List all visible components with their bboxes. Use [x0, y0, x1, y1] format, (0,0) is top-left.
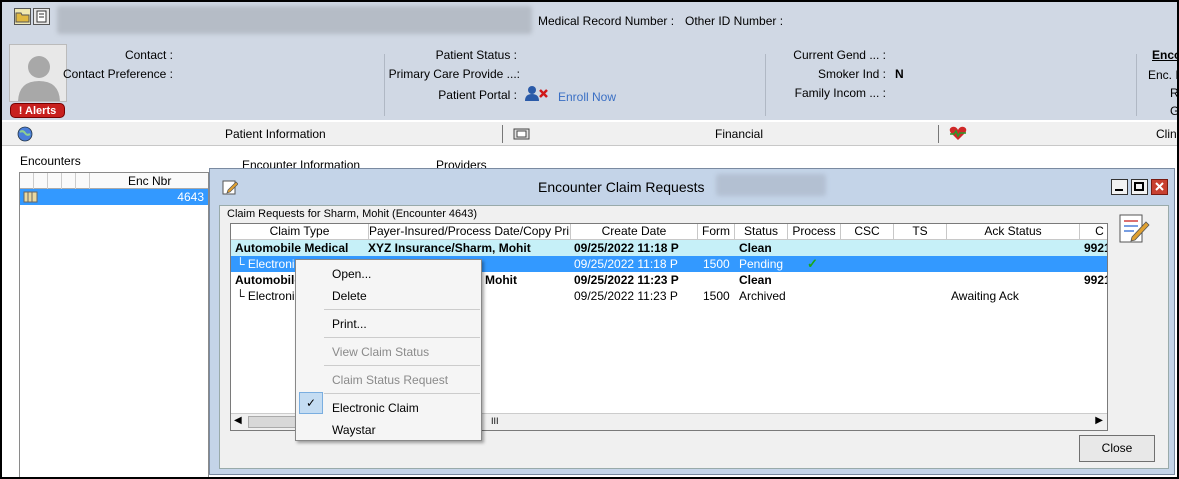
close-button[interactable]: Close — [1079, 435, 1155, 462]
tab-financial[interactable]: Financial — [715, 127, 763, 141]
enroll-now-link[interactable]: Enroll Now — [558, 90, 616, 104]
column-header-c[interactable]: C — [1080, 224, 1107, 240]
encounter-number: 4643 — [177, 190, 204, 204]
menu-separator — [324, 365, 480, 366]
contact-label: Contact : — [124, 48, 173, 62]
column-header-claim-type[interactable]: Claim Type — [231, 224, 369, 240]
patient-name-redacted — [57, 6, 532, 34]
patient-status-label: Patient Status : — [435, 48, 517, 62]
context-menu: Open... Delete Print... View Claim Statu… — [295, 259, 482, 441]
smoker-value: N — [895, 67, 904, 81]
menu-separator — [324, 393, 480, 394]
close-window-button[interactable] — [1151, 179, 1168, 195]
open-folder-icon[interactable] — [14, 8, 31, 25]
module-tabs: Patient Information Financial Clin — [2, 122, 1177, 146]
menu-item-print[interactable]: Print... — [332, 317, 367, 331]
menu-separator — [324, 337, 480, 338]
encounter-line-3: G — [1170, 104, 1179, 118]
encounters-label: Encounters — [20, 154, 81, 168]
encounters-list: Enc Nbr 4643 — [19, 172, 209, 477]
enc-nbr-column-header[interactable]: Enc Nbr — [128, 174, 171, 188]
menu-item-open[interactable]: Open... — [332, 267, 371, 281]
encounter-icon — [23, 190, 39, 207]
menu-item-waystar[interactable]: Waystar — [332, 423, 376, 437]
divider — [765, 54, 766, 116]
tab-clinical[interactable]: Clin — [1156, 127, 1177, 141]
encounter-line-1: Enc. I — [1148, 68, 1179, 82]
scroll-left-icon[interactable]: ◀ — [234, 415, 242, 426]
processed-check-icon: ✓ — [807, 256, 818, 271]
patient-portal-label: Patient Portal : — [438, 88, 517, 102]
edit-form-icon — [222, 179, 239, 198]
contact-preference-label: Contact Preference : — [62, 67, 173, 81]
column-header-process[interactable]: Process — [788, 224, 841, 240]
redacted-title-text — [716, 174, 826, 196]
globe-icon — [17, 126, 33, 145]
dialog-title: Encounter Claim Requests — [538, 179, 705, 195]
column-header-status[interactable]: Status — [735, 224, 788, 240]
heart-icon — [948, 125, 968, 145]
other-id-label: Other ID Number : — [685, 14, 784, 28]
scroll-right-icon[interactable]: ▶ — [1095, 415, 1103, 426]
encounters-list-header: Enc Nbr — [20, 173, 208, 189]
divider — [384, 54, 385, 116]
medical-record-label: Medical Record Number : — [538, 14, 675, 28]
portal-not-enrolled-icon — [525, 85, 549, 104]
claim-requests-subtitle: Claim Requests for Sharm, Mohit (Encount… — [227, 208, 478, 220]
notes-icon[interactable] — [33, 8, 50, 25]
minimize-button[interactable] — [1111, 179, 1128, 195]
column-header-payer[interactable]: Payer-Insured/Process Date/Copy Print — [369, 224, 571, 240]
tab-divider — [938, 125, 939, 143]
app-window: Medical Record Number : Other ID Number … — [0, 0, 1179, 479]
checkmark-icon: ✓ — [299, 392, 323, 414]
alerts-button[interactable]: ! Alerts — [10, 103, 65, 118]
current-gender-label: Current Gend ... : — [793, 48, 886, 62]
encounter-line-2: R — [1170, 86, 1179, 100]
encounter-heading: Enco — [1152, 48, 1179, 62]
patient-header: Medical Record Number : Other ID Number … — [2, 2, 1179, 120]
smoker-label: Smoker Ind : — [817, 67, 886, 81]
primary-care-label: Primary Care Provide ...: — [388, 67, 520, 81]
financial-icon — [513, 126, 531, 145]
family-income-label: Family Incom ... : — [794, 86, 886, 100]
column-header-ts[interactable]: TS — [894, 224, 947, 240]
dialog-title-bar[interactable]: Encounter Claim Requests — [210, 169, 1174, 199]
menu-item-delete[interactable]: Delete — [332, 289, 367, 303]
divider — [1136, 54, 1137, 116]
menu-item-view-claim-status: View Claim Status — [332, 345, 430, 359]
column-header-ack-status[interactable]: Ack Status — [947, 224, 1080, 240]
column-header-csc[interactable]: CSC — [841, 224, 894, 240]
menu-item-claim-status-request: Claim Status Request — [332, 373, 449, 387]
table-row[interactable]: Automobile Medical XYZ Insurance/Sharm, … — [231, 240, 1107, 256]
avatar[interactable] — [9, 44, 67, 102]
menu-separator — [324, 309, 480, 310]
column-header-create-date[interactable]: Create Date — [571, 224, 698, 240]
edit-claim-icon[interactable] — [1118, 213, 1150, 248]
maximize-button[interactable] — [1131, 179, 1148, 195]
tab-divider — [502, 125, 503, 143]
column-header-form[interactable]: Form — [698, 224, 735, 240]
encounter-row[interactable]: 4643 — [20, 189, 208, 205]
menu-item-electronic-claim[interactable]: Electronic Claim — [332, 401, 419, 415]
tab-patient-information[interactable]: Patient Information — [225, 127, 326, 141]
